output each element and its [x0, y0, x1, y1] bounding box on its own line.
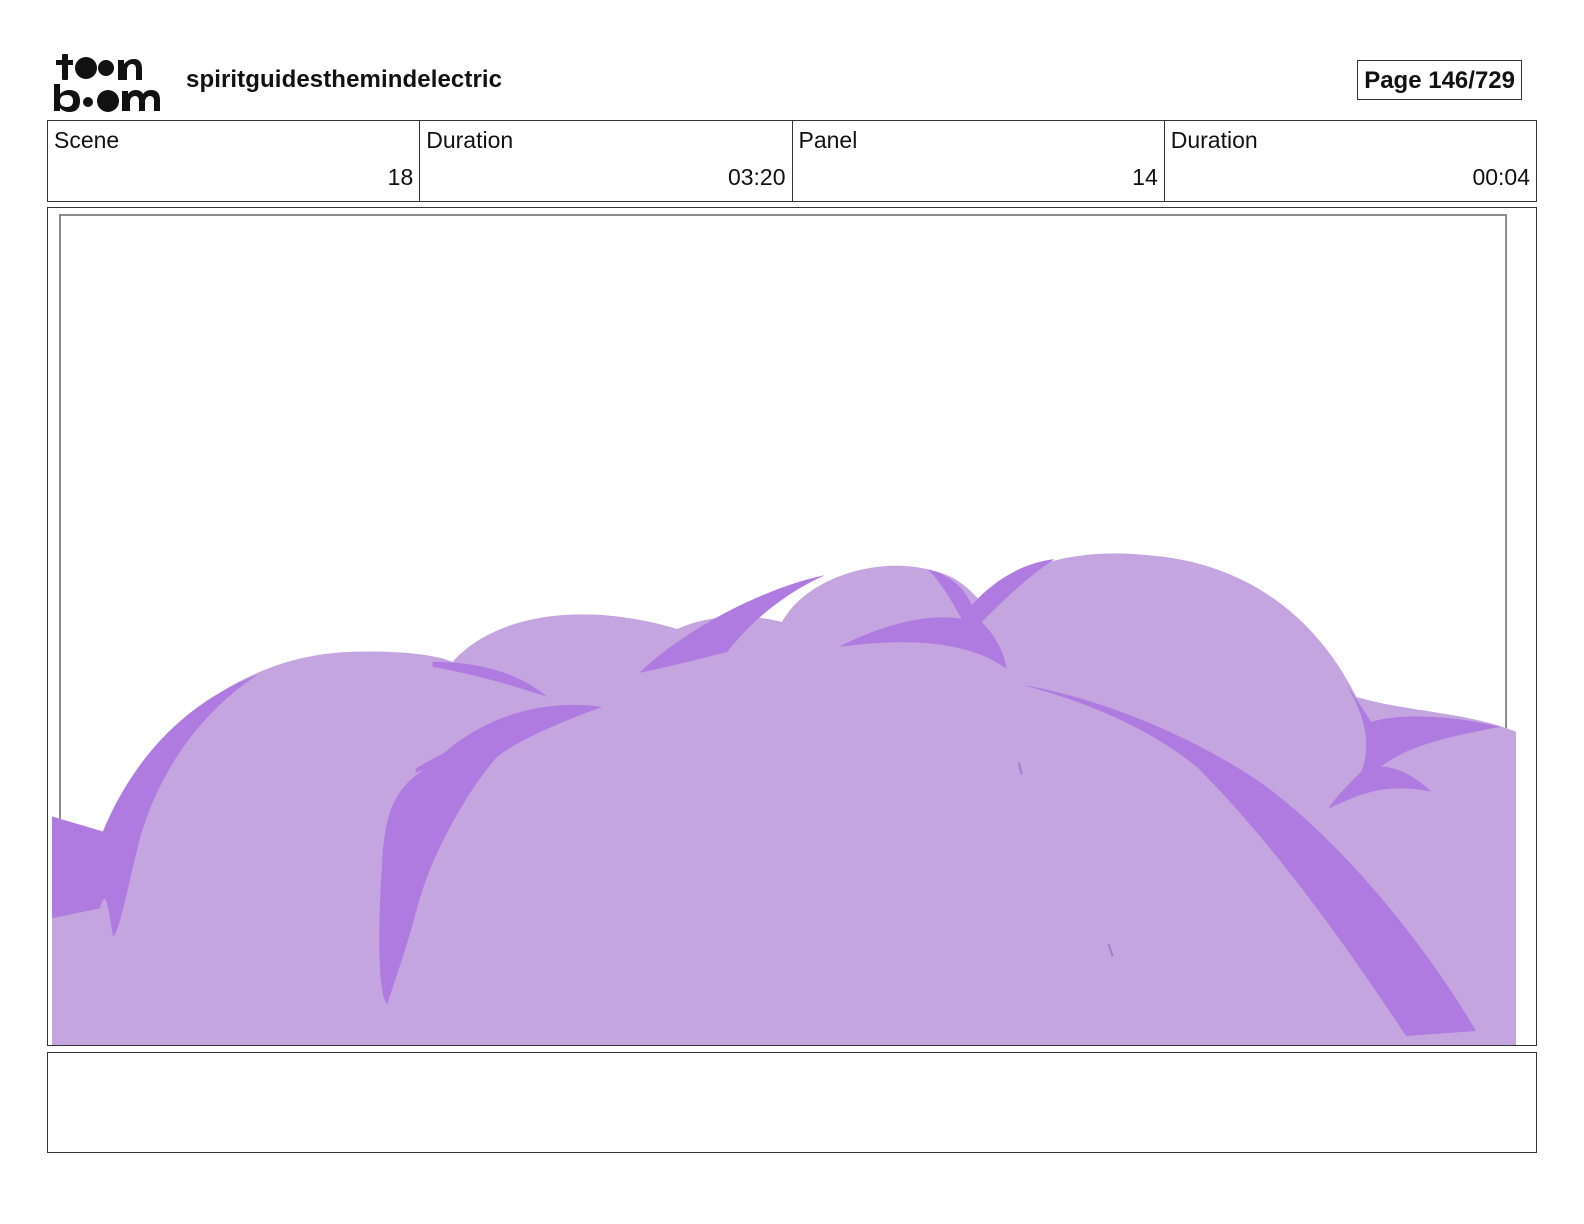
- scene-value: 18: [387, 164, 414, 190]
- cloud-mass: [51, 553, 1517, 1045]
- panel-duration-cell: Duration 00:04: [1165, 121, 1536, 201]
- panel-cell: Panel 14: [793, 121, 1165, 201]
- scene-duration-value: 03:20: [727, 164, 786, 190]
- panel-info-table: Scene 18 Duration 03:20 Panel 14 Duratio…: [47, 120, 1537, 202]
- project-title: spiritguidesthemindelectric: [186, 66, 503, 93]
- panel-value: 14: [1132, 164, 1158, 190]
- scene-label: Scene: [54, 127, 120, 153]
- scene-duration-cell: Duration 03:20: [420, 121, 793, 201]
- purple-cloud-drawing: [51, 213, 1517, 1045]
- caption-box: [47, 1052, 1537, 1153]
- scene-cell: Scene 18: [48, 121, 421, 201]
- panel-duration-value: 00:04: [1472, 164, 1530, 190]
- toon-boom-logo: [54, 54, 160, 112]
- panel-duration-label: Duration: [1170, 127, 1258, 153]
- panel-label: Panel: [798, 127, 858, 153]
- storyboard-panel: [47, 207, 1537, 1046]
- page-indicator: Page 146/729: [1357, 60, 1522, 100]
- scene-duration-label: Duration: [426, 127, 514, 153]
